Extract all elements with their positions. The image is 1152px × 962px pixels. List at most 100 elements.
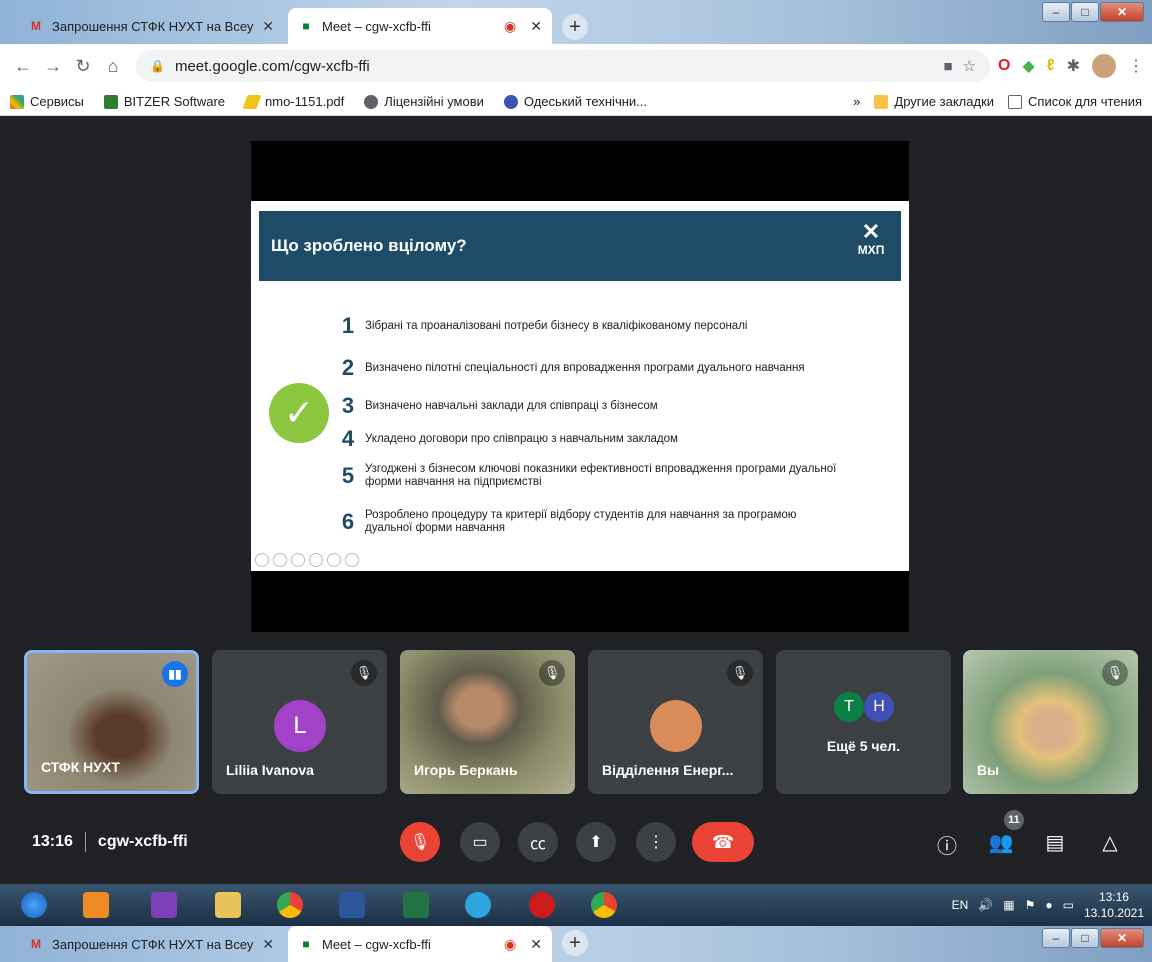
- meet-icon: ■: [302, 19, 310, 33]
- camera-button[interactable]: ▭: [460, 822, 500, 862]
- close-window-button[interactable]: ✕: [1100, 2, 1144, 22]
- reading-list-icon: [1008, 94, 1023, 109]
- participant-tile[interactable]: 🎙 Відділення Енерг...: [588, 650, 763, 794]
- item-number: 6: [341, 509, 355, 534]
- update-icon[interactable]: ●: [1045, 898, 1052, 912]
- meeting-time: 13:16: [32, 833, 73, 850]
- mic-off-icon: 🎙: [539, 660, 565, 686]
- maximize-button[interactable]: □: [1071, 928, 1099, 948]
- tab-meet[interactable]: ■ Meet – cgw-xcfb-ffi ◉ ✕: [288, 926, 552, 962]
- tab-meet[interactable]: ■ Meet – cgw-xcfb-ffi ◉ ✕: [288, 8, 552, 44]
- minimize-button[interactable]: –: [1042, 928, 1070, 948]
- window-controls: – □ ✕: [1042, 2, 1144, 22]
- opera-icon[interactable]: [518, 886, 566, 924]
- list-item: 2 Визначено пілотні спеціальності для впр…: [341, 355, 845, 381]
- participant-name: Ещё 5 чел.: [826, 738, 901, 754]
- close-tab-icon[interactable]: ✕: [262, 936, 274, 953]
- opera-icon[interactable]: O: [998, 57, 1010, 75]
- next-slide-icon[interactable]: [273, 553, 287, 567]
- network-icon[interactable]: ▦: [1003, 898, 1014, 912]
- back-icon[interactable]: ←: [8, 51, 38, 81]
- more-icon[interactable]: [345, 553, 359, 567]
- new-tab-button[interactable]: +: [562, 930, 588, 956]
- leave-call-button[interactable]: ☎: [692, 822, 754, 862]
- other-bookmarks[interactable]: Другие закладки: [874, 94, 994, 109]
- reading-list[interactable]: Список для чтения: [1008, 94, 1142, 109]
- participant-tile[interactable]: Т Н Ещё 5 чел.: [776, 650, 951, 794]
- star-icon[interactable]: ☆: [963, 57, 976, 75]
- bookmark-odesa[interactable]: Одеський технічни...: [503, 94, 647, 109]
- close-tab-icon[interactable]: ✕: [262, 18, 274, 35]
- menu-icon[interactable]: ⋮: [1128, 56, 1144, 76]
- more-options-button[interactable]: ⋮: [636, 822, 676, 862]
- forward-icon[interactable]: →: [38, 51, 68, 81]
- explorer-icon[interactable]: [204, 886, 252, 924]
- avatar: Н: [864, 692, 894, 722]
- start-button[interactable]: [10, 886, 58, 924]
- media-player-icon[interactable]: [72, 886, 120, 924]
- more-bookmarks-button[interactable]: »: [853, 94, 860, 109]
- slides-icon[interactable]: [309, 553, 323, 567]
- mic-off-button[interactable]: 🎙: [400, 822, 440, 862]
- clock-time: 13:16: [1098, 890, 1129, 904]
- new-tab-button[interactable]: +: [562, 14, 588, 40]
- tab-label: Запрошення СТФК НУХТ на Всеу: [52, 18, 254, 34]
- pen-icon[interactable]: [291, 553, 305, 567]
- tab-gmail[interactable]: M Запрошення СТФК НУХТ на Всеу ✕: [18, 926, 284, 962]
- minimize-button[interactable]: –: [1042, 2, 1070, 22]
- item-text: Зібрані та проаналізовані потреби бізнес…: [365, 319, 748, 332]
- zoom-icon[interactable]: [327, 553, 341, 567]
- tab-gmail[interactable]: M Запрошення СТФК НУХТ на Всеу ✕: [18, 8, 284, 44]
- captions-button[interactable]: ㏄: [518, 822, 558, 862]
- browser-tab-strip: M Запрошення СТФК НУХТ на Всеу ✕ ■ Meet …: [0, 0, 1152, 44]
- chrome-icon[interactable]: [266, 886, 314, 924]
- gmail-icon: M: [31, 19, 41, 33]
- maximize-button[interactable]: □: [1071, 2, 1099, 22]
- volume-icon[interactable]: 🔊: [978, 898, 993, 912]
- flag-icon[interactable]: ⚑: [1025, 898, 1036, 912]
- participant-tile[interactable]: 🎙 L Liliia Ivanova: [212, 650, 387, 794]
- close-tab-icon[interactable]: ✕: [530, 936, 542, 953]
- meeting-code: cgw-xcfb-ffi: [97, 833, 188, 850]
- close-window-button[interactable]: ✕: [1100, 928, 1144, 948]
- chat-icon[interactable]: ▤: [1042, 830, 1068, 855]
- bookmark-license[interactable]: Ліцензійні умови: [364, 94, 484, 109]
- extension-icon[interactable]: ℓ: [1047, 57, 1055, 75]
- onenote-icon[interactable]: [140, 886, 188, 924]
- bookmark-services[interactable]: Сервисы: [10, 94, 84, 109]
- reload-icon[interactable]: ↻: [68, 51, 98, 81]
- word-icon[interactable]: [328, 886, 376, 924]
- puzzle-icon[interactable]: ✱: [1067, 56, 1080, 76]
- bookmark-pdf[interactable]: nmo-1151.pdf: [242, 94, 344, 109]
- profile-avatar[interactable]: [1092, 54, 1116, 78]
- address-bar[interactable]: 🔒 meet.google.com/cgw-xcfb-ffi ■ ☆: [136, 50, 990, 82]
- tab-label: Meet – cgw-xcfb-ffi: [322, 936, 431, 952]
- camera-icon[interactable]: ■: [943, 58, 952, 75]
- people-count-badge: 11: [1004, 810, 1024, 830]
- participant-tile[interactable]: ▮▮ СТФК НУХТ: [24, 650, 199, 794]
- participant-tile[interactable]: 🎙 Вы: [963, 650, 1138, 794]
- avatar: L: [274, 700, 326, 752]
- people-icon[interactable]: 👥: [988, 830, 1014, 855]
- clock[interactable]: 13:16 13.10.2021: [1084, 889, 1144, 921]
- chrome-icon[interactable]: [580, 886, 628, 924]
- prev-slide-icon[interactable]: [255, 553, 269, 567]
- participant-tile[interactable]: 🎙 Игорь Беркань: [400, 650, 575, 794]
- present-button[interactable]: ⬆: [576, 822, 616, 862]
- home-icon[interactable]: ⌂: [98, 51, 128, 81]
- excel-icon[interactable]: [392, 886, 440, 924]
- system-tray: EN 🔊 ▦ ⚑ ● ▭ 13:16 13.10.2021: [952, 884, 1144, 926]
- display-icon[interactable]: ▭: [1063, 898, 1074, 912]
- speaking-icon: ▮▮: [162, 661, 188, 687]
- bookmark-label: Одеський технічни...: [523, 94, 647, 109]
- checkmark-icon: ✓: [269, 383, 329, 443]
- shield-icon[interactable]: ◆: [1022, 56, 1034, 76]
- language-indicator[interactable]: EN: [952, 898, 969, 912]
- activities-icon[interactable]: △: [1097, 830, 1123, 855]
- recording-icon: ◉: [504, 935, 517, 952]
- telegram-icon[interactable]: [454, 886, 502, 924]
- bookmark-bitzer[interactable]: BITZER Software: [103, 94, 225, 109]
- close-tab-icon[interactable]: ✕: [530, 18, 542, 35]
- info-icon[interactable]: ⓘ: [934, 830, 960, 859]
- item-text: Укладено договори про співпрацю з навчал…: [365, 432, 678, 445]
